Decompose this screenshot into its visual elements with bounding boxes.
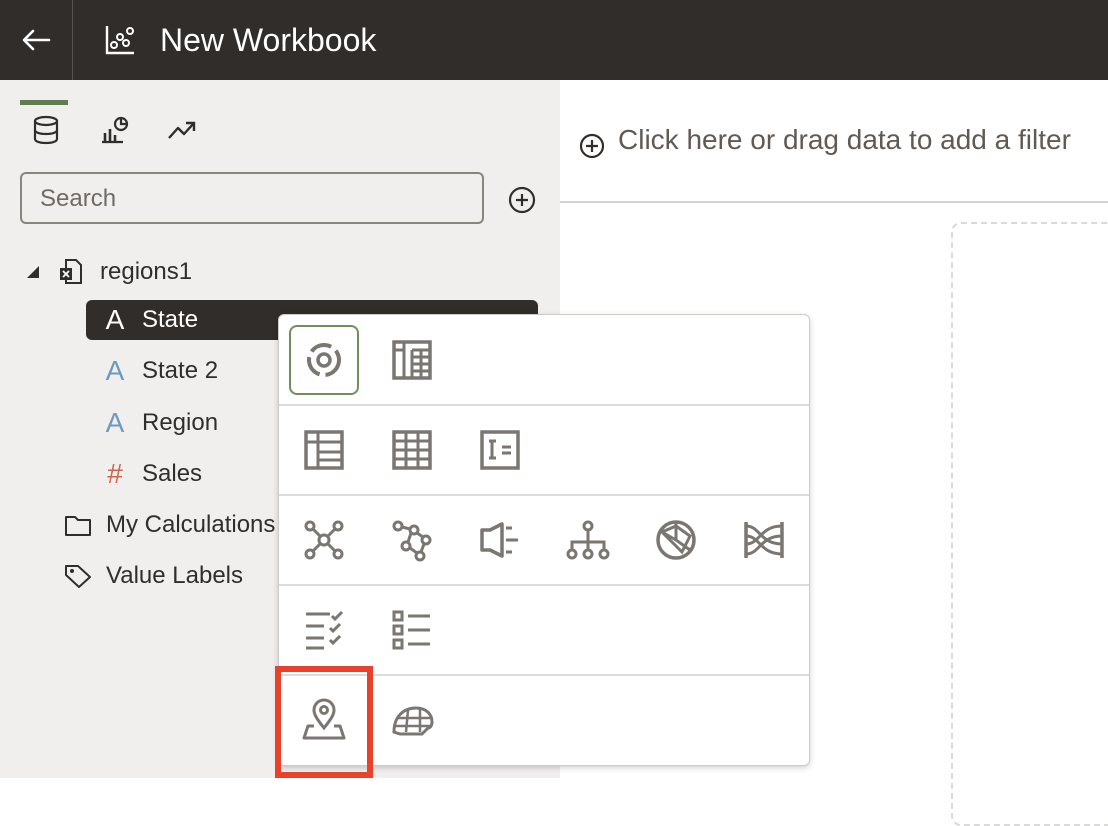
- column-item-state[interactable]: A State: [100, 300, 198, 340]
- funnel-icon[interactable]: [465, 505, 535, 575]
- add-data-button[interactable]: [506, 184, 538, 216]
- workbook-title[interactable]: New Workbook: [160, 20, 376, 60]
- folder-icon: [65, 516, 91, 536]
- excel-file-icon: [60, 259, 82, 284]
- viz-row-lists: [279, 585, 809, 676]
- back-button[interactable]: [0, 0, 72, 80]
- add-filter-icon[interactable]: [578, 132, 606, 160]
- column-item-region[interactable]: A Region: [100, 403, 218, 443]
- column-label: State: [142, 306, 199, 333]
- folder-my-calculations[interactable]: My Calculations: [64, 505, 275, 545]
- column-item-state-2[interactable]: A State 2: [100, 351, 218, 391]
- database-icon[interactable]: [30, 114, 62, 146]
- tree-diagram-icon[interactable]: [553, 505, 623, 575]
- chord-icon[interactable]: [377, 505, 447, 575]
- list-table-icon[interactable]: [465, 415, 535, 485]
- folder-label: My Calculations: [106, 511, 276, 538]
- folder-value-labels[interactable]: Value Labels: [64, 556, 243, 596]
- column-item-sales[interactable]: # Sales: [100, 454, 202, 494]
- app-header: New Workbook: [0, 0, 1108, 80]
- plus-circle-icon: [508, 186, 536, 214]
- map-option-highlight: [275, 666, 373, 778]
- tree-root-regions1[interactable]: regions1: [24, 252, 192, 292]
- active-tab-indicator: [20, 100, 68, 105]
- viz-row-network: [279, 495, 809, 586]
- filter-prompt[interactable]: Click here or drag data to add a filter: [618, 124, 1071, 156]
- viz-row-auto: [279, 315, 809, 406]
- dataset-name: regions1: [100, 258, 193, 285]
- list-icon[interactable]: [377, 595, 447, 665]
- tag-icon: [65, 565, 91, 588]
- search-input[interactable]: [38, 174, 462, 224]
- radar-icon[interactable]: [641, 505, 711, 575]
- collapse-triangle-icon[interactable]: [24, 262, 44, 282]
- attribute-icon: A: [105, 407, 125, 438]
- search-box[interactable]: [20, 172, 484, 224]
- measure-icon: #: [107, 458, 123, 489]
- column-label: Region: [142, 409, 219, 436]
- network-icon[interactable]: [289, 505, 359, 575]
- header-divider: [72, 0, 73, 80]
- analytics-icon[interactable]: [166, 114, 198, 146]
- sankey-icon[interactable]: [729, 505, 799, 575]
- viz-row-tables: [279, 405, 809, 496]
- table-icon[interactable]: [289, 415, 359, 485]
- filter-bar[interactable]: Click here or drag data to add a filter: [560, 80, 1108, 203]
- column-label: Sales: [142, 460, 203, 487]
- back-arrow-icon: [22, 29, 51, 51]
- column-label: State 2: [142, 357, 219, 384]
- attribute-icon: A: [105, 304, 125, 335]
- workbook-icon: [104, 24, 136, 56]
- geo-area-icon[interactable]: [377, 685, 447, 755]
- folder-label: Value Labels: [106, 562, 243, 589]
- grid-icon[interactable]: [377, 415, 447, 485]
- checklist-icon[interactable]: [289, 595, 359, 665]
- pivot-icon[interactable]: [377, 325, 447, 395]
- attribute-icon: A: [105, 355, 125, 386]
- canvas-drop-zone[interactable]: [951, 222, 1108, 826]
- visualizations-icon[interactable]: [98, 114, 130, 146]
- auto-visualization-icon[interactable]: [289, 325, 359, 395]
